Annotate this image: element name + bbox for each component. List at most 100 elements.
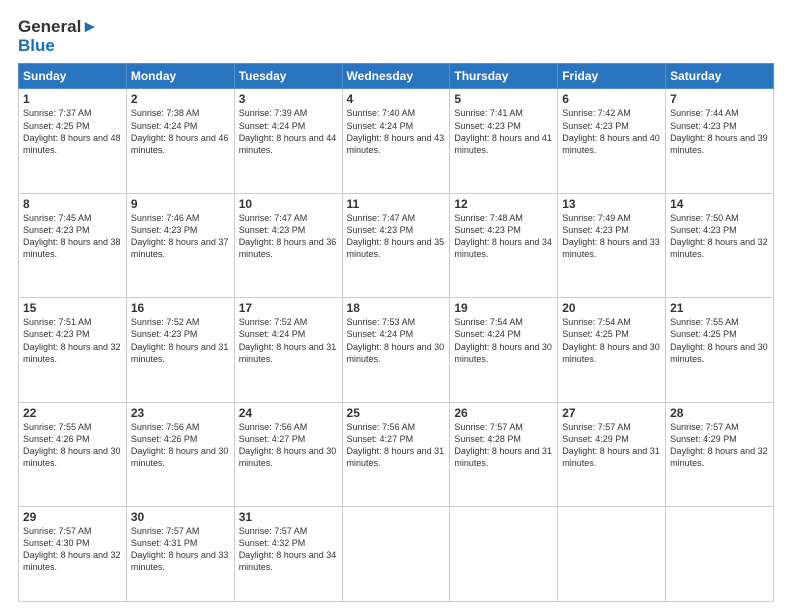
calendar-cell: 29 Sunrise: 7:57 AMSunset: 4:30 PMDaylig… bbox=[19, 507, 127, 602]
cell-info: Sunrise: 7:53 AMSunset: 4:24 PMDaylight:… bbox=[347, 316, 446, 365]
day-number: 1 bbox=[23, 92, 122, 106]
calendar-cell: 9 Sunrise: 7:46 AMSunset: 4:23 PMDayligh… bbox=[126, 193, 234, 297]
cell-info: Sunrise: 7:57 AMSunset: 4:29 PMDaylight:… bbox=[670, 421, 769, 470]
day-number: 3 bbox=[239, 92, 338, 106]
day-number: 22 bbox=[23, 406, 122, 420]
calendar-cell bbox=[450, 507, 558, 602]
cell-info: Sunrise: 7:39 AMSunset: 4:24 PMDaylight:… bbox=[239, 107, 338, 156]
calendar-cell: 8 Sunrise: 7:45 AMSunset: 4:23 PMDayligh… bbox=[19, 193, 127, 297]
calendar-cell: 3 Sunrise: 7:39 AMSunset: 4:24 PMDayligh… bbox=[234, 89, 342, 193]
calendar-cell bbox=[558, 507, 666, 602]
day-number: 10 bbox=[239, 197, 338, 211]
calendar-cell: 27 Sunrise: 7:57 AMSunset: 4:29 PMDaylig… bbox=[558, 402, 666, 506]
calendar-cell bbox=[342, 507, 450, 602]
calendar-week-row: 29 Sunrise: 7:57 AMSunset: 4:30 PMDaylig… bbox=[19, 507, 774, 602]
calendar-cell: 21 Sunrise: 7:55 AMSunset: 4:25 PMDaylig… bbox=[666, 298, 774, 402]
cell-info: Sunrise: 7:57 AMSunset: 4:30 PMDaylight:… bbox=[23, 525, 122, 574]
calendar-cell: 5 Sunrise: 7:41 AMSunset: 4:23 PMDayligh… bbox=[450, 89, 558, 193]
calendar-cell: 10 Sunrise: 7:47 AMSunset: 4:23 PMDaylig… bbox=[234, 193, 342, 297]
cell-info: Sunrise: 7:55 AMSunset: 4:25 PMDaylight:… bbox=[670, 316, 769, 365]
cell-info: Sunrise: 7:56 AMSunset: 4:27 PMDaylight:… bbox=[347, 421, 446, 470]
day-number: 19 bbox=[454, 301, 553, 315]
cell-info: Sunrise: 7:42 AMSunset: 4:23 PMDaylight:… bbox=[562, 107, 661, 156]
day-number: 31 bbox=[239, 510, 338, 524]
calendar-cell: 18 Sunrise: 7:53 AMSunset: 4:24 PMDaylig… bbox=[342, 298, 450, 402]
page: General► Blue SundayMondayTuesdayWednesd… bbox=[0, 0, 792, 612]
calendar-cell: 20 Sunrise: 7:54 AMSunset: 4:25 PMDaylig… bbox=[558, 298, 666, 402]
cell-info: Sunrise: 7:38 AMSunset: 4:24 PMDaylight:… bbox=[131, 107, 230, 156]
calendar-week-row: 15 Sunrise: 7:51 AMSunset: 4:23 PMDaylig… bbox=[19, 298, 774, 402]
calendar-table: SundayMondayTuesdayWednesdayThursdayFrid… bbox=[18, 63, 774, 602]
day-number: 18 bbox=[347, 301, 446, 315]
cell-info: Sunrise: 7:54 AMSunset: 4:24 PMDaylight:… bbox=[454, 316, 553, 365]
calendar-cell: 23 Sunrise: 7:56 AMSunset: 4:26 PMDaylig… bbox=[126, 402, 234, 506]
calendar-cell: 7 Sunrise: 7:44 AMSunset: 4:23 PMDayligh… bbox=[666, 89, 774, 193]
cell-info: Sunrise: 7:45 AMSunset: 4:23 PMDaylight:… bbox=[23, 212, 122, 261]
calendar-week-row: 1 Sunrise: 7:37 AMSunset: 4:25 PMDayligh… bbox=[19, 89, 774, 193]
cell-info: Sunrise: 7:47 AMSunset: 4:23 PMDaylight:… bbox=[347, 212, 446, 261]
day-number: 7 bbox=[670, 92, 769, 106]
calendar-week-row: 22 Sunrise: 7:55 AMSunset: 4:26 PMDaylig… bbox=[19, 402, 774, 506]
calendar-week-row: 8 Sunrise: 7:45 AMSunset: 4:23 PMDayligh… bbox=[19, 193, 774, 297]
calendar-cell: 15 Sunrise: 7:51 AMSunset: 4:23 PMDaylig… bbox=[19, 298, 127, 402]
cell-info: Sunrise: 7:56 AMSunset: 4:27 PMDaylight:… bbox=[239, 421, 338, 470]
calendar-cell: 6 Sunrise: 7:42 AMSunset: 4:23 PMDayligh… bbox=[558, 89, 666, 193]
calendar-cell bbox=[666, 507, 774, 602]
day-number: 20 bbox=[562, 301, 661, 315]
day-number: 16 bbox=[131, 301, 230, 315]
calendar-cell: 4 Sunrise: 7:40 AMSunset: 4:24 PMDayligh… bbox=[342, 89, 450, 193]
cell-info: Sunrise: 7:46 AMSunset: 4:23 PMDaylight:… bbox=[131, 212, 230, 261]
calendar-cell: 16 Sunrise: 7:52 AMSunset: 4:23 PMDaylig… bbox=[126, 298, 234, 402]
weekday-header: Friday bbox=[558, 64, 666, 89]
calendar-cell: 17 Sunrise: 7:52 AMSunset: 4:24 PMDaylig… bbox=[234, 298, 342, 402]
cell-info: Sunrise: 7:56 AMSunset: 4:26 PMDaylight:… bbox=[131, 421, 230, 470]
logo-line2: Blue bbox=[18, 37, 98, 56]
cell-info: Sunrise: 7:54 AMSunset: 4:25 PMDaylight:… bbox=[562, 316, 661, 365]
cell-info: Sunrise: 7:57 AMSunset: 4:28 PMDaylight:… bbox=[454, 421, 553, 470]
calendar-cell: 25 Sunrise: 7:56 AMSunset: 4:27 PMDaylig… bbox=[342, 402, 450, 506]
day-number: 12 bbox=[454, 197, 553, 211]
calendar-cell: 24 Sunrise: 7:56 AMSunset: 4:27 PMDaylig… bbox=[234, 402, 342, 506]
weekday-header: Wednesday bbox=[342, 64, 450, 89]
weekday-header: Tuesday bbox=[234, 64, 342, 89]
calendar-cell: 12 Sunrise: 7:48 AMSunset: 4:23 PMDaylig… bbox=[450, 193, 558, 297]
cell-info: Sunrise: 7:57 AMSunset: 4:29 PMDaylight:… bbox=[562, 421, 661, 470]
calendar-cell: 1 Sunrise: 7:37 AMSunset: 4:25 PMDayligh… bbox=[19, 89, 127, 193]
day-number: 6 bbox=[562, 92, 661, 106]
cell-info: Sunrise: 7:48 AMSunset: 4:23 PMDaylight:… bbox=[454, 212, 553, 261]
calendar-cell: 13 Sunrise: 7:49 AMSunset: 4:23 PMDaylig… bbox=[558, 193, 666, 297]
cell-info: Sunrise: 7:49 AMSunset: 4:23 PMDaylight:… bbox=[562, 212, 661, 261]
day-number: 25 bbox=[347, 406, 446, 420]
day-number: 5 bbox=[454, 92, 553, 106]
day-number: 30 bbox=[131, 510, 230, 524]
calendar-cell: 19 Sunrise: 7:54 AMSunset: 4:24 PMDaylig… bbox=[450, 298, 558, 402]
cell-info: Sunrise: 7:52 AMSunset: 4:24 PMDaylight:… bbox=[239, 316, 338, 365]
day-number: 2 bbox=[131, 92, 230, 106]
weekday-header: Saturday bbox=[666, 64, 774, 89]
weekday-header: Sunday bbox=[19, 64, 127, 89]
day-number: 24 bbox=[239, 406, 338, 420]
calendar-cell: 14 Sunrise: 7:50 AMSunset: 4:23 PMDaylig… bbox=[666, 193, 774, 297]
calendar-cell: 28 Sunrise: 7:57 AMSunset: 4:29 PMDaylig… bbox=[666, 402, 774, 506]
day-number: 27 bbox=[562, 406, 661, 420]
cell-info: Sunrise: 7:50 AMSunset: 4:23 PMDaylight:… bbox=[670, 212, 769, 261]
calendar-cell: 31 Sunrise: 7:57 AMSunset: 4:32 PMDaylig… bbox=[234, 507, 342, 602]
cell-info: Sunrise: 7:47 AMSunset: 4:23 PMDaylight:… bbox=[239, 212, 338, 261]
cell-info: Sunrise: 7:37 AMSunset: 4:25 PMDaylight:… bbox=[23, 107, 122, 156]
cell-info: Sunrise: 7:52 AMSunset: 4:23 PMDaylight:… bbox=[131, 316, 230, 365]
day-number: 11 bbox=[347, 197, 446, 211]
day-number: 23 bbox=[131, 406, 230, 420]
calendar-cell: 26 Sunrise: 7:57 AMSunset: 4:28 PMDaylig… bbox=[450, 402, 558, 506]
calendar-cell: 30 Sunrise: 7:57 AMSunset: 4:31 PMDaylig… bbox=[126, 507, 234, 602]
header: General► Blue bbox=[18, 18, 774, 55]
day-number: 29 bbox=[23, 510, 122, 524]
day-number: 17 bbox=[239, 301, 338, 315]
cell-info: Sunrise: 7:51 AMSunset: 4:23 PMDaylight:… bbox=[23, 316, 122, 365]
day-number: 15 bbox=[23, 301, 122, 315]
day-number: 26 bbox=[454, 406, 553, 420]
weekday-header: Thursday bbox=[450, 64, 558, 89]
logo-line1: General► bbox=[18, 18, 98, 37]
day-number: 9 bbox=[131, 197, 230, 211]
calendar-cell: 22 Sunrise: 7:55 AMSunset: 4:26 PMDaylig… bbox=[19, 402, 127, 506]
calendar-cell: 2 Sunrise: 7:38 AMSunset: 4:24 PMDayligh… bbox=[126, 89, 234, 193]
